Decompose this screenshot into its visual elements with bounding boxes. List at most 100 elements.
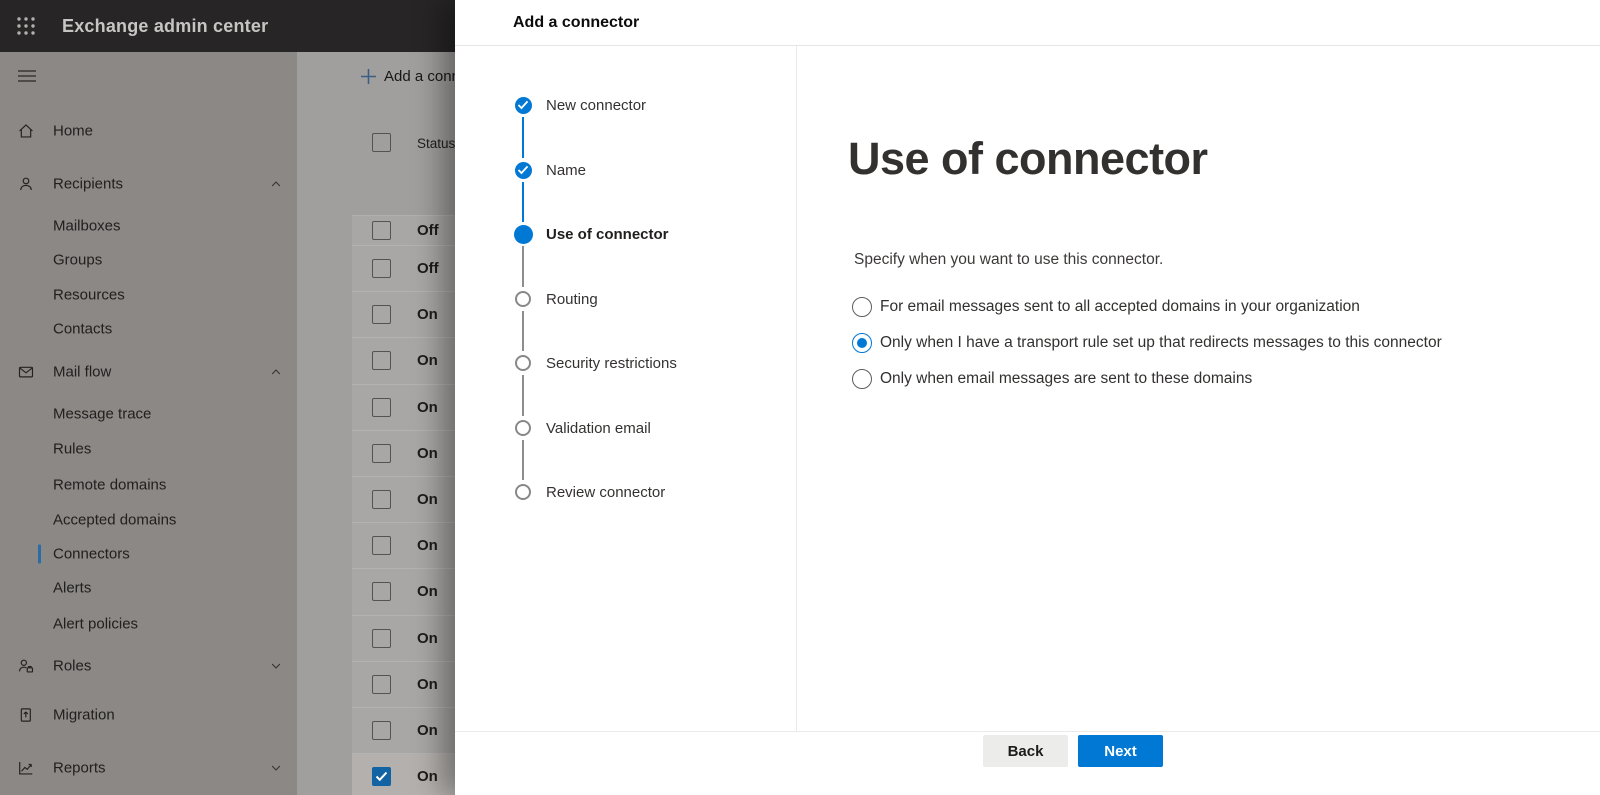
sidebar-item-alerts[interactable]: Alerts	[0, 571, 297, 605]
sidebar-item-migration[interactable]: Migration	[0, 698, 297, 732]
step-upcoming-icon	[515, 355, 531, 371]
step-upcoming-icon	[515, 420, 531, 436]
use-option-1[interactable]: For email messages sent to all accepted …	[852, 289, 1442, 325]
sidebar-item-mailboxes[interactable]: Mailboxes	[0, 209, 297, 243]
row-checkbox[interactable]	[372, 259, 391, 279]
sidebar-item-recipients[interactable]: Recipients	[0, 167, 297, 201]
step-label: Validation email	[546, 419, 651, 437]
sidebar-item-label: Contacts	[53, 320, 113, 338]
step-connector-line	[522, 246, 524, 287]
row-checkbox[interactable]	[372, 628, 391, 648]
status-cell: On	[417, 491, 438, 509]
sidebar-item-remote-domains[interactable]: Remote domains	[0, 468, 297, 502]
sidebar-item-label: Migration	[53, 706, 115, 724]
sidebar-item-accepted-domains[interactable]: Accepted domains	[0, 503, 297, 537]
sidebar-item-rules[interactable]: Rules	[0, 432, 297, 466]
radio-button[interactable]	[852, 369, 872, 389]
sidebar: Home Recipients Mailboxes Groups Resources Co…	[0, 52, 297, 795]
wizard-step-security-restrictions[interactable]: Security restrictions	[455, 351, 795, 375]
step-label: New connector	[546, 96, 647, 114]
back-button[interactable]: Back	[983, 735, 1068, 767]
wizard-step-name[interactable]: Name	[455, 158, 795, 182]
sidebar-item-home[interactable]: Home	[0, 114, 297, 148]
next-button[interactable]: Next	[1078, 735, 1163, 767]
plus-icon	[360, 68, 377, 85]
sidebar-item-roles[interactable]: Roles	[0, 649, 297, 683]
sidebar-item-label: Mail flow	[53, 363, 112, 381]
sidebar-item-label: Reports	[53, 759, 106, 777]
sidebar-item-contacts[interactable]: Contacts	[0, 312, 297, 346]
step-connector-line	[522, 375, 524, 416]
hamburger-icon	[17, 68, 37, 89]
app-launcher-button[interactable]	[0, 0, 52, 52]
app-launcher-icon	[15, 15, 37, 37]
status-cell: Off	[417, 260, 439, 278]
row-checkbox[interactable]	[372, 397, 391, 417]
sidebar-item-reports[interactable]: Reports	[0, 751, 297, 785]
row-checkbox[interactable]	[372, 305, 391, 325]
use-option-2[interactable]: Only when I have a transport rule set up…	[852, 325, 1442, 361]
status-cell: On	[417, 768, 438, 786]
sidebar-item-label: Recipients	[53, 175, 124, 193]
row-checkbox[interactable]	[372, 490, 391, 510]
panel-header: Add a connector	[455, 0, 1600, 46]
sidebar-item-label: Alerts	[53, 579, 92, 597]
row-checkbox[interactable]	[372, 443, 391, 463]
wizard-step-review-connector[interactable]: Review connector	[455, 480, 795, 504]
row-checkbox[interactable]	[372, 674, 391, 694]
use-option-3[interactable]: Only when email messages are sent to the…	[852, 361, 1442, 397]
row-checkbox[interactable]	[372, 536, 391, 556]
sidebar-item-mail-flow[interactable]: Mail flow	[0, 355, 297, 389]
select-all-checkbox[interactable]	[372, 133, 391, 152]
person-icon	[17, 175, 35, 193]
sidebar-item-groups[interactable]: Groups	[0, 243, 297, 277]
sidebar-item-label: Groups	[53, 251, 103, 269]
sidebar-item-label: Message trace	[53, 405, 152, 423]
row-checkbox[interactable]	[372, 221, 391, 240]
step-connector-line	[522, 182, 524, 222]
radio-button[interactable]	[852, 333, 872, 353]
row-checkbox[interactable]	[372, 351, 391, 371]
chevron-down-icon	[269, 659, 283, 673]
sidebar-item-label: Remote domains	[53, 476, 167, 494]
sidebar-item-label: Mailboxes	[53, 217, 121, 235]
status-cell: On	[417, 398, 438, 416]
step-label: Security restrictions	[546, 354, 677, 372]
radio-button[interactable]	[852, 297, 872, 317]
status-cell: Off	[417, 222, 439, 239]
sidebar-item-connectors[interactable]: Connectors	[0, 537, 297, 571]
step-label: Review connector	[546, 483, 666, 501]
migration-icon	[17, 706, 35, 724]
mail-icon	[17, 363, 35, 381]
sidebar-item-alert-policies[interactable]: Alert policies	[0, 607, 297, 641]
step-label: Name	[546, 161, 587, 179]
reports-icon	[17, 759, 35, 777]
status-cell: On	[417, 675, 438, 693]
step-completed-check-icon	[514, 161, 532, 179]
status-cell: On	[417, 306, 438, 324]
step-upcoming-icon	[515, 484, 531, 500]
sidebar-item-label: Rules	[53, 440, 92, 458]
step-connector-line	[522, 311, 524, 351]
wizard-step-validation-email[interactable]: Validation email	[455, 416, 795, 440]
step-upcoming-icon	[515, 291, 531, 307]
row-checkbox[interactable]	[372, 582, 391, 602]
sidebar-item-label: Alert policies	[53, 615, 139, 633]
row-checkbox[interactable]	[372, 767, 391, 787]
status-cell: On	[417, 583, 438, 601]
status-column-header: Status	[417, 136, 456, 151]
chevron-down-icon	[269, 761, 283, 775]
sidebar-item-message-trace[interactable]: Message trace	[0, 397, 297, 431]
step-completed-check-icon	[514, 96, 532, 114]
step-connector-line	[522, 440, 524, 480]
sidebar-item-label: Resources	[53, 286, 125, 304]
wizard-step-new-connector[interactable]: New connector	[455, 93, 795, 117]
wizard-step-use-of-connector[interactable]: Use of connector	[455, 222, 795, 246]
hamburger-button[interactable]	[13, 64, 41, 92]
page-title: Use of connector	[848, 133, 1208, 184]
sidebar-item-label: Roles	[53, 657, 92, 675]
row-checkbox[interactable]	[372, 720, 391, 740]
wizard-step-routing[interactable]: Routing	[455, 287, 795, 311]
status-cell: On	[417, 444, 438, 462]
sidebar-item-resources[interactable]: Resources	[0, 278, 297, 312]
